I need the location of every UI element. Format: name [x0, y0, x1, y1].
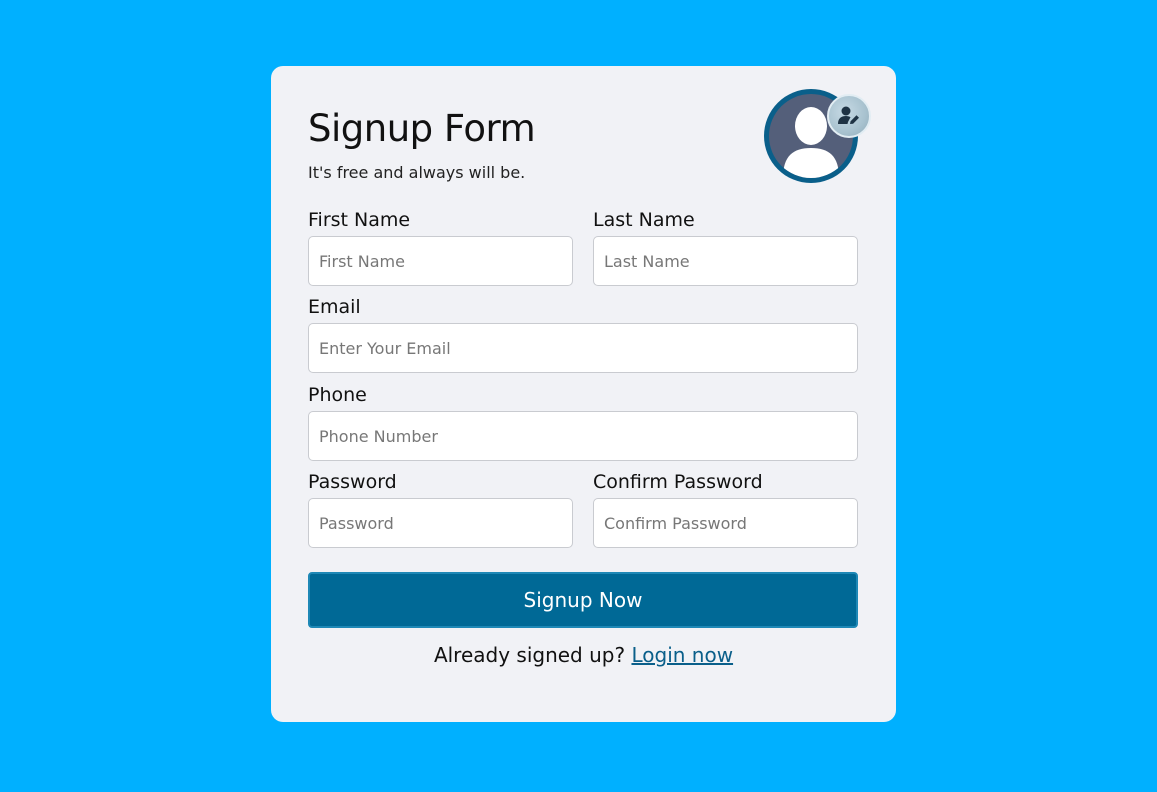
email-input[interactable]	[308, 323, 858, 373]
password-label: Password	[308, 471, 397, 493]
signup-card: Signup Form It's free and always will be…	[271, 66, 896, 722]
phone-label: Phone	[308, 384, 367, 406]
last-name-input[interactable]	[593, 236, 858, 286]
signup-button[interactable]: Signup Now	[308, 572, 858, 628]
login-prompt-text: Already signed up?	[433, 643, 626, 667]
confirm-password-input[interactable]	[593, 498, 858, 548]
login-link[interactable]: Login now	[631, 643, 733, 667]
login-prompt: Already signed up? Login now	[271, 643, 896, 667]
password-input[interactable]	[308, 498, 573, 548]
avatar-edit-button[interactable]	[827, 94, 871, 138]
user-edit-icon	[837, 105, 861, 131]
first-name-label: First Name	[308, 209, 411, 231]
confirm-password-label: Confirm Password	[593, 471, 763, 493]
form-subtitle: It's free and always will be.	[308, 163, 526, 182]
phone-input[interactable]	[308, 411, 858, 461]
last-name-label: Last Name	[593, 209, 695, 231]
form-title: Signup Form	[308, 107, 536, 150]
email-label: Email	[308, 296, 361, 318]
first-name-input[interactable]	[308, 236, 573, 286]
